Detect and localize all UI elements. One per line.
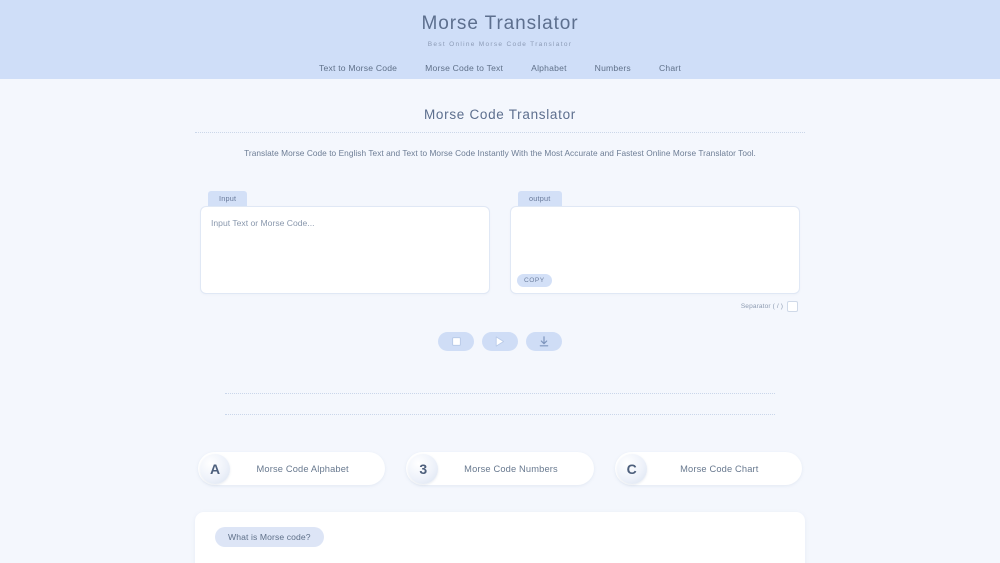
brand-tagline: Best Online Morse Code Translator — [427, 41, 573, 48]
ad-strip-top — [225, 393, 775, 394]
output-panel-tab: output — [518, 191, 562, 206]
nav-numbers[interactable]: Numbers — [595, 63, 631, 73]
download-button[interactable] — [526, 332, 562, 351]
translator-panels: Input output COPY Separator ( / ) — [195, 188, 805, 312]
input-panel-tab: Input — [208, 191, 248, 206]
brand-title: Morse Translator — [421, 13, 579, 34]
output-panel: output COPY Separator ( / ) — [510, 188, 800, 312]
main-nav: Text to Morse Code Morse Code to Text Al… — [0, 63, 1000, 73]
nav-text-to-morse-code[interactable]: Text to Morse Code — [319, 63, 397, 73]
card-morse-code-alphabet[interactable]: A Morse Code Alphabet — [198, 452, 386, 485]
nav-chart[interactable]: Chart — [659, 63, 681, 73]
title-divider — [195, 132, 805, 133]
numbers-badge-icon: 3 — [408, 453, 439, 484]
card-morse-code-numbers[interactable]: 3 Morse Code Numbers — [406, 452, 594, 485]
link-cards: A Morse Code Alphabet 3 Morse Code Numbe… — [195, 452, 805, 485]
page-body: Morse Code Translator Translate Morse Co… — [0, 79, 1000, 563]
card-morse-code-chart-label: Morse Code Chart — [680, 463, 759, 474]
article-heading-pill: What is Morse code? — [215, 527, 324, 547]
card-morse-code-chart[interactable]: C Morse Code Chart — [614, 452, 802, 485]
nav-alphabet[interactable]: Alphabet — [531, 63, 567, 73]
ad-strip-bottom — [225, 414, 775, 415]
card-morse-code-alphabet-label: Morse Code Alphabet — [256, 463, 349, 474]
input-textarea[interactable] — [201, 207, 489, 293]
separator-row: Separator ( / ) — [510, 301, 800, 312]
article-card: What is Morse code? Morse code is a codi… — [195, 512, 805, 563]
ad-strip-zone — [195, 393, 805, 415]
separator-checkbox[interactable] — [787, 301, 798, 312]
page-subtitle: Translate Morse Code to English Text and… — [244, 148, 756, 158]
card-morse-code-numbers-label: Morse Code Numbers — [464, 463, 558, 474]
nav-morse-code-to-text[interactable]: Morse Code to Text — [425, 63, 503, 73]
chart-badge-icon: C — [616, 453, 647, 484]
stop-button[interactable] — [438, 332, 474, 351]
play-button[interactable] — [482, 332, 518, 351]
content-container: Morse Code Translator Translate Morse Co… — [195, 107, 805, 563]
input-panel: Input — [200, 188, 490, 312]
separator-label: Separator ( / ) — [740, 303, 783, 310]
input-panel-box[interactable] — [200, 206, 490, 294]
output-panel-box[interactable]: COPY — [510, 206, 800, 294]
alphabet-badge-icon: A — [200, 453, 230, 484]
action-buttons — [195, 332, 805, 351]
download-icon — [539, 336, 549, 347]
site-header: Morse Translator Best Online Morse Code … — [0, 0, 1000, 79]
play-icon — [495, 336, 505, 347]
page-title: Morse Code Translator — [423, 107, 576, 122]
output-textarea[interactable] — [511, 207, 799, 293]
stop-icon — [451, 337, 461, 346]
copy-button[interactable]: COPY — [517, 274, 552, 287]
